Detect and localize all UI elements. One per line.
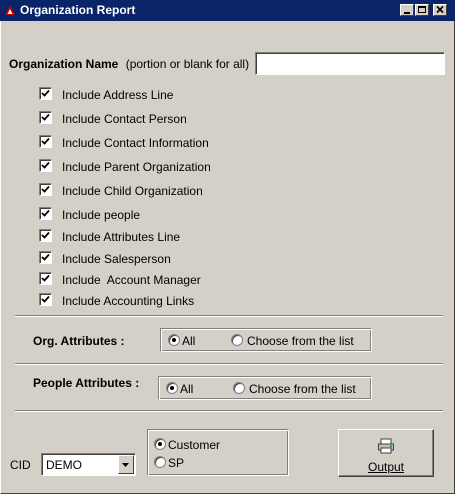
check-icon: [41, 137, 50, 145]
check-icon: [41, 161, 50, 169]
output-label: Output: [367, 460, 405, 474]
sp-label: SP: [168, 456, 185, 470]
option-label: Include Salesperson: [62, 252, 171, 266]
org-attr-choose-label: Choose from the list: [247, 334, 354, 348]
cid-value: DEMO: [46, 458, 82, 472]
separator: [15, 410, 443, 412]
check-icon: [41, 89, 50, 97]
people-attributes-label: People Attributes :: [33, 376, 140, 390]
option-label: Include Contact Information: [62, 136, 209, 150]
option-checkbox[interactable]: [39, 229, 52, 242]
check-icon: [41, 113, 50, 121]
cid-label: CID: [10, 458, 31, 472]
option-checkbox[interactable]: [39, 111, 52, 124]
output-button[interactable]: Output: [338, 429, 434, 477]
window-title: Organization Report: [20, 3, 136, 17]
minimize-button[interactable]: [400, 4, 414, 16]
org-attr-all-label: All: [182, 334, 196, 348]
org-name-input[interactable]: [255, 52, 445, 75]
separator: [15, 363, 443, 365]
people-attributes-group: All Choose from the list: [158, 376, 372, 400]
people-attr-all-radio[interactable]: [166, 382, 178, 394]
check-icon: [41, 274, 50, 282]
maximize-button[interactable]: [415, 4, 429, 16]
maximize-icon: [418, 6, 426, 13]
org-attr-choose-radio[interactable]: [231, 334, 243, 346]
option-label: Include Attributes Line: [62, 230, 181, 244]
sp-radio[interactable]: [154, 456, 166, 468]
org-name-label: Organization Name: [9, 57, 119, 71]
option-checkbox[interactable]: [39, 183, 52, 196]
check-icon: [41, 253, 50, 261]
customer-label: Customer: [168, 438, 221, 452]
option-label: Include Address Line: [62, 88, 174, 102]
option-checkbox[interactable]: [39, 135, 52, 148]
close-icon: [436, 5, 444, 14]
people-attr-choose-radio[interactable]: [233, 382, 245, 394]
option-checkbox[interactable]: [39, 272, 52, 285]
option-label: Include Accounting Links: [62, 294, 195, 308]
option-label: Include Contact Person: [62, 112, 187, 126]
option-checkbox[interactable]: [39, 251, 52, 264]
option-checkbox[interactable]: [39, 293, 52, 306]
option-label: Include Child Organization: [62, 184, 203, 198]
option-checkbox[interactable]: [39, 159, 52, 172]
org-attributes-label: Org. Attributes :: [33, 334, 125, 348]
option-checkbox[interactable]: [39, 207, 52, 220]
people-attr-all-label: All: [180, 382, 194, 396]
org-name-hint: (portion or blank for all): [125, 57, 250, 71]
org-attributes-group: All Choose from the list: [160, 328, 372, 352]
cid-combobox[interactable]: DEMO: [41, 453, 136, 476]
option-label: Include Parent Organization: [62, 160, 211, 174]
check-icon: [41, 209, 50, 217]
printer-icon: [378, 438, 394, 454]
customer-radio[interactable]: [154, 438, 166, 450]
check-icon: [41, 185, 50, 193]
minimize-icon: [404, 12, 410, 14]
check-icon: [41, 295, 50, 303]
chevron-down-icon: [122, 463, 129, 467]
option-label: Include Account Manager: [62, 273, 201, 287]
cid-dropdown-button[interactable]: [118, 455, 134, 474]
option-label: Include people: [62, 208, 141, 222]
close-button[interactable]: [433, 4, 447, 16]
output-type-group: Customer SP: [147, 429, 289, 476]
org-name-row: Organization Name (portion or blank for …: [9, 57, 249, 71]
option-checkbox[interactable]: [39, 87, 52, 100]
separator: [15, 315, 443, 317]
org-attr-all-radio[interactable]: [168, 334, 180, 346]
app-icon: [5, 5, 15, 15]
check-icon: [41, 231, 50, 239]
people-attr-choose-label: Choose from the list: [249, 382, 356, 396]
